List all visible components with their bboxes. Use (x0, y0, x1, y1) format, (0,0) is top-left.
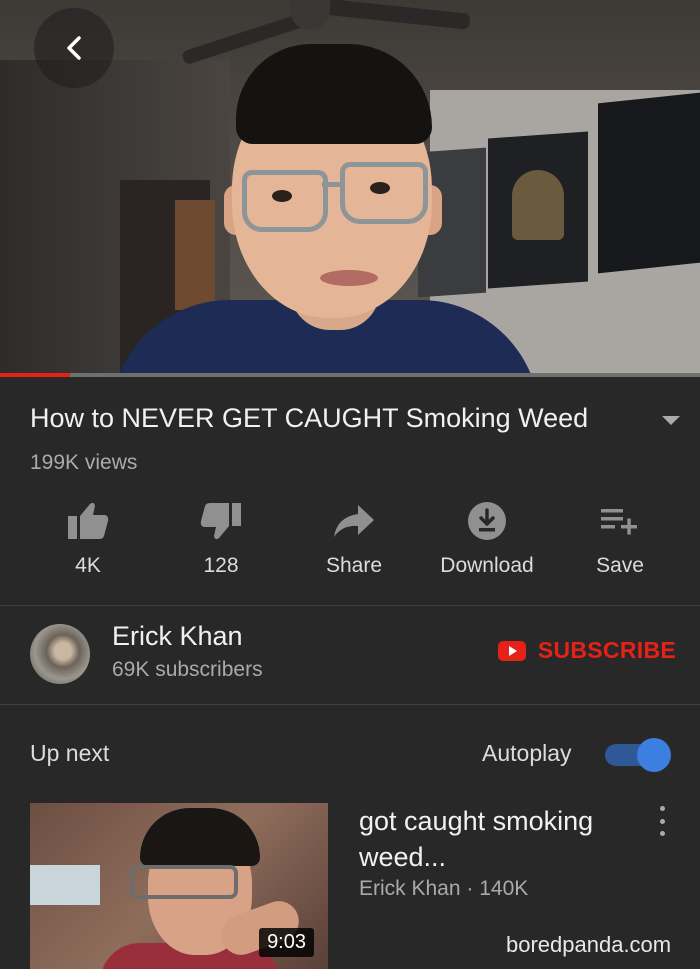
like-button[interactable]: 4K (24, 496, 152, 586)
playlist-add-icon (601, 509, 637, 535)
video-frame-person-hair (236, 44, 432, 144)
more-options-icon[interactable] (652, 806, 672, 836)
video-title-row[interactable]: How to NEVER GET CAUGHT Smoking Weed (30, 400, 680, 436)
video-frame-poster-emblem (512, 170, 564, 240)
thumbs-up-icon (68, 502, 109, 539)
video-frame-person-mouth (320, 270, 378, 286)
subscriber-count: 69K subscribers (112, 658, 263, 681)
download-icon (468, 502, 506, 540)
thumbs-down-icon (200, 503, 241, 540)
recommended-video-meta: Erick Khan · 140K (359, 877, 529, 900)
up-next-heading: Up next (30, 740, 110, 766)
video-progress-fill (0, 373, 70, 377)
divider (0, 605, 700, 606)
share-button[interactable]: Share (290, 496, 418, 586)
autoplay-toggle[interactable] (605, 738, 671, 772)
divider (0, 704, 700, 705)
video-title: How to NEVER GET CAUGHT Smoking Weed (30, 403, 589, 433)
subscribe-label: SUBSCRIBE (537, 637, 676, 663)
like-count: 4K (75, 554, 101, 577)
video-progress-bar[interactable] (0, 373, 700, 377)
autoplay-toggle-knob (637, 738, 671, 772)
download-label: Download (440, 554, 534, 577)
video-frame-fan-blade (319, 0, 471, 30)
save-button[interactable]: Save (556, 496, 684, 586)
thumbnail-person-glasses (130, 865, 238, 899)
video-frame-tv (598, 92, 700, 274)
video-frame-door-panel (175, 200, 215, 310)
youtube-logo-icon (497, 640, 526, 661)
autoplay-label: Autoplay (482, 740, 572, 766)
recommended-video-title[interactable]: got caught smoking weed... (359, 803, 629, 875)
dislike-button[interactable]: 128 (157, 496, 285, 586)
video-frame-person-glasses-bridge (322, 182, 344, 187)
thumbnail-person-hair (140, 808, 260, 866)
expand-description-icon[interactable] (662, 416, 680, 425)
share-icon (334, 505, 374, 537)
channel-name[interactable]: Erick Khan (112, 621, 243, 652)
video-actions: 4K 128 Share Download Save (24, 496, 684, 586)
thumbnail-window (30, 865, 100, 905)
watermark: boredpanda.com (506, 932, 672, 957)
video-duration-badge: 9:03 (259, 928, 314, 957)
chevron-left-icon (67, 36, 81, 60)
share-label: Share (325, 554, 383, 577)
download-button[interactable]: Download (423, 496, 551, 586)
dislike-count: 128 (203, 554, 239, 577)
channel-avatar[interactable] (30, 624, 90, 684)
subscribe-button[interactable]: SUBSCRIBE (497, 637, 676, 664)
video-frame-person-glasses (340, 162, 428, 224)
video-frame-person-glasses (242, 170, 328, 232)
back-button[interactable] (34, 8, 114, 88)
channel-row[interactable]: Erick Khan 69K subscribers SUBSCRIBE (0, 607, 700, 703)
view-count: 199K views (30, 451, 138, 474)
save-label: Save (596, 554, 644, 577)
recommended-video-thumbnail[interactable]: 9:03 (30, 803, 328, 969)
video-player[interactable] (0, 0, 700, 375)
